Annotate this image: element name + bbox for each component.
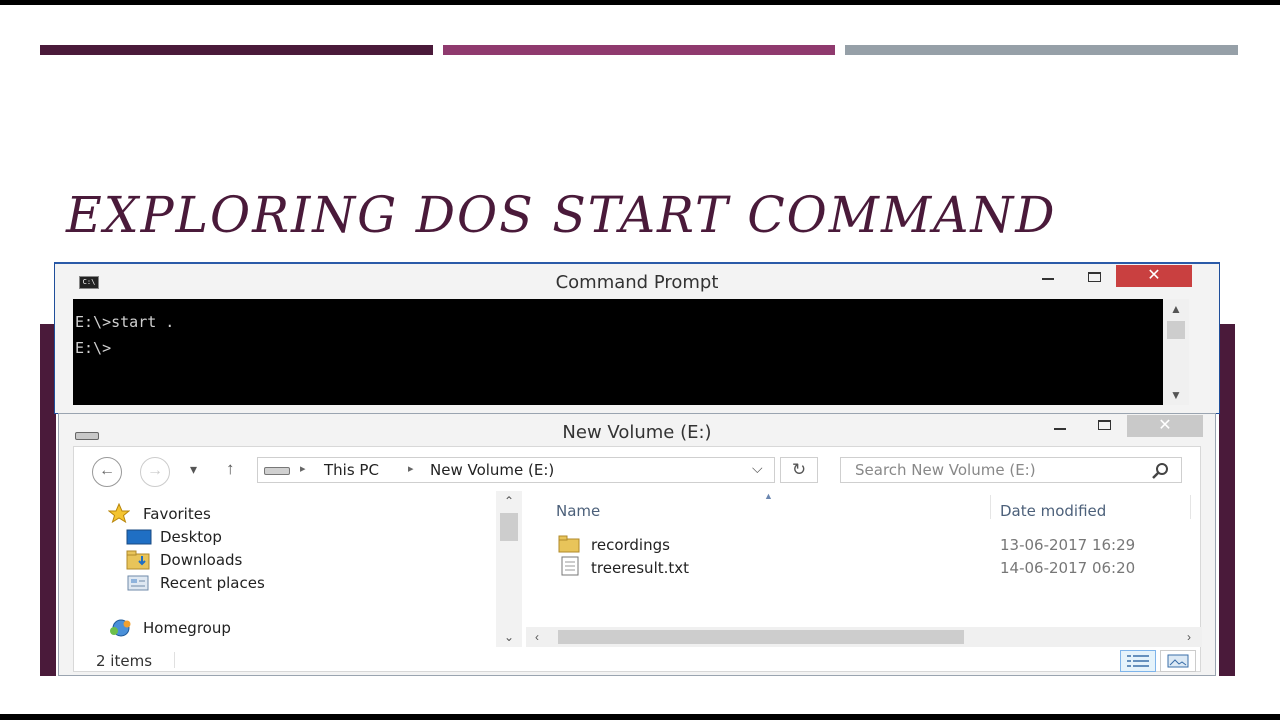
navigation-pane: Favorites Desktop Downloads Recent place… [74,491,496,647]
cmd-console[interactable]: E:\>start . E:\> [73,299,1163,405]
scroll-down-icon[interactable]: ⌄ [496,627,522,647]
maximize-icon [1088,272,1101,282]
up-button[interactable]: ↑ [226,459,235,479]
homegroup-icon [110,619,131,637]
file-date: 13-06-2017 16:29 [1000,536,1136,554]
cmd-titlebar[interactable]: C:\ Command Prompt ✕ [55,264,1219,298]
scroll-left-icon[interactable]: ‹ [526,627,548,647]
folder-icon [558,535,580,553]
sidebar-item-desktop[interactable]: Desktop [160,528,222,546]
accent-bar-1 [40,45,433,55]
breadcrumb-separator-icon[interactable]: ▸ [408,462,414,475]
file-explorer-window[interactable]: New Volume (E:) ✕ ← → ▾ ↑ ▸ This PC ▸ Ne… [58,413,1216,676]
search-placeholder: Search New Volume (E:) [855,461,1036,479]
recent-places-icon [127,575,149,591]
large-icons-view-button[interactable] [1160,650,1196,672]
sidebar-item-recent-places[interactable]: Recent places [160,574,265,592]
status-bar: 2 items [74,647,1202,673]
column-header-name[interactable]: Name [556,502,600,520]
file-name: recordings [591,536,670,554]
text-file-icon [561,556,579,576]
refresh-button[interactable]: ↻ [780,457,818,483]
item-count: 2 items [96,652,153,670]
scroll-up-icon[interactable]: ▲ [1163,299,1189,319]
scrollbar-thumb[interactable] [1167,321,1185,339]
sidebar-item-favorites[interactable]: Favorites [143,505,211,523]
column-header-date-modified[interactable]: Date modified [1000,502,1106,520]
explorer-body: ← → ▾ ↑ ▸ This PC ▸ New Volume (E:) ⌵ ↻ … [73,446,1202,673]
address-dropdown-icon[interactable]: ⌵ [752,460,763,477]
slide: EXPLORING DOS START COMMAND C:\ Command … [0,0,1280,720]
sidebar-item-homegroup[interactable]: Homegroup [143,619,231,637]
scrollbar-thumb[interactable] [500,513,518,541]
search-input[interactable]: Search New Volume (E:) [840,457,1182,483]
back-arrow-icon: ← [99,462,115,479]
column-divider[interactable] [990,495,991,519]
cmd-minimize-button[interactable] [1035,268,1061,288]
command-prompt-window[interactable]: C:\ Command Prompt ✕ E:\>start . E:\> ▲ … [54,262,1220,414]
explorer-minimize-button[interactable] [1047,418,1073,438]
forward-arrow-icon: → [147,462,163,479]
scroll-up-icon[interactable]: ⌃ [496,491,522,511]
explorer-window-title: New Volume (E:) [562,422,712,443]
bottom-edge [0,714,1280,720]
file-list-horizontal-scrollbar[interactable]: ‹ › [526,627,1202,647]
scroll-down-icon[interactable]: ▼ [1163,385,1189,405]
file-list: ▲ Name Date modified recordings 13-06-20… [526,491,1202,627]
explorer-maximize-button[interactable] [1091,416,1117,436]
search-icon[interactable] [1151,462,1171,480]
drive-icon [264,467,290,475]
column-divider[interactable] [1190,495,1191,519]
minimize-icon [1054,428,1066,430]
large-icons-view-icon [1167,654,1189,668]
address-bar[interactable]: ▸ This PC ▸ New Volume (E:) ⌵ [257,457,775,483]
favorites-star-icon [108,503,130,523]
breadcrumb-separator-icon[interactable]: ▸ [300,462,306,475]
console-line: E:\> [75,339,112,357]
minimize-icon [1042,278,1054,280]
cmd-close-button[interactable]: ✕ [1116,265,1192,287]
accent-bar-2 [443,45,835,55]
breadcrumb-new-volume[interactable]: New Volume (E:) [430,461,554,479]
forward-button[interactable]: → [140,457,170,487]
details-view-button[interactable] [1120,650,1156,672]
recent-locations-button[interactable]: ▾ [190,461,197,478]
slide-title: EXPLORING DOS START COMMAND [66,186,1057,244]
desktop-icon [126,529,152,545]
details-view-icon [1127,655,1149,667]
scroll-right-icon[interactable]: › [1178,627,1200,647]
status-divider [174,652,175,668]
file-name: treeresult.txt [591,559,690,577]
cmd-maximize-button[interactable] [1081,268,1107,288]
back-button[interactable]: ← [92,457,122,487]
downloads-folder-icon [126,550,150,570]
scrollbar-thumb[interactable] [558,630,964,644]
cmd-vertical-scrollbar[interactable]: ▲ ▼ [1163,299,1189,405]
console-line: E:\>start . [75,313,175,331]
explorer-close-button[interactable]: ✕ [1127,415,1203,437]
breadcrumb-this-pc[interactable]: This PC [324,461,379,479]
side-panel-right [1219,324,1235,676]
sidebar-item-downloads[interactable]: Downloads [160,551,242,569]
file-date: 14-06-2017 06:20 [1000,559,1136,577]
sort-ascending-icon: ▲ [764,491,773,501]
navigation-pane-scrollbar[interactable]: ⌃ ⌄ [496,491,522,647]
maximize-icon [1098,420,1111,430]
accent-bar-3 [845,45,1238,55]
top-edge [0,0,1280,5]
